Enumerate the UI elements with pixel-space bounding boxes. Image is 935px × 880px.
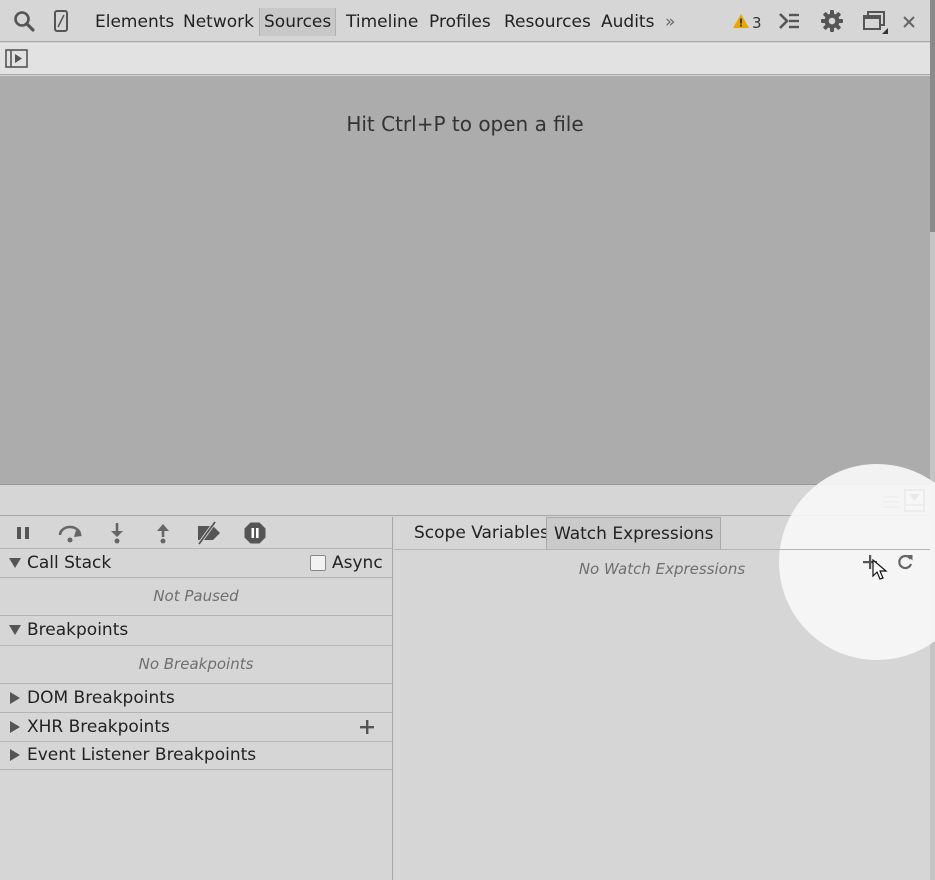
step-out-icon[interactable] bbox=[151, 521, 175, 545]
breakpoints-header[interactable]: Breakpoints bbox=[0, 616, 392, 646]
warning-count[interactable]: 3 bbox=[752, 9, 762, 37]
debugger-sidebar: Call Stack Async Not Paused Breakpoints … bbox=[0, 517, 393, 880]
vertical-scrollbar[interactable] bbox=[930, 0, 935, 880]
deactivate-breakpoints-icon[interactable] bbox=[195, 521, 220, 545]
device-mode-icon[interactable] bbox=[49, 9, 73, 33]
show-navigator-icon[interactable] bbox=[5, 49, 29, 69]
debugger-controls bbox=[0, 517, 392, 549]
more-tabs-button[interactable]: » bbox=[665, 8, 675, 36]
collapsed-triangle-icon bbox=[8, 684, 22, 712]
gear-icon[interactable] bbox=[820, 9, 844, 33]
tab-watch-expressions[interactable]: Watch Expressions bbox=[546, 517, 722, 549]
event-listener-breakpoints-title: Event Listener Breakpoints bbox=[27, 745, 257, 765]
call-stack-header[interactable]: Call Stack Async bbox=[0, 549, 392, 578]
breakpoints-empty: No Breakpoints bbox=[0, 646, 392, 684]
call-stack-empty: Not Paused bbox=[0, 578, 392, 616]
async-label[interactable]: Async bbox=[332, 549, 383, 577]
call-stack-title: Call Stack bbox=[27, 553, 112, 573]
tab-resources[interactable]: Resources bbox=[500, 8, 595, 36]
tab-scope-variables[interactable]: Scope Variables bbox=[407, 517, 556, 549]
async-checkbox[interactable] bbox=[310, 555, 326, 571]
event-listener-breakpoints-header[interactable]: Event Listener Breakpoints bbox=[0, 741, 392, 770]
xhr-breakpoints-header[interactable]: XHR Breakpoints bbox=[0, 713, 392, 742]
sidebar-tabs: Scope Variables Watch Expressions bbox=[394, 517, 930, 550]
step-over-icon[interactable] bbox=[57, 521, 82, 545]
dom-breakpoints-header[interactable]: DOM Breakpoints bbox=[0, 684, 392, 713]
debugger-splitbar[interactable] bbox=[0, 486, 930, 516]
collapsed-triangle-icon bbox=[8, 741, 22, 769]
expand-triangle-icon bbox=[8, 549, 22, 577]
watch-empty: No Watch Expressions bbox=[578, 560, 746, 578]
warning-icon[interactable] bbox=[732, 12, 750, 30]
scrollbar-thumb[interactable] bbox=[930, 0, 935, 232]
pause-icon[interactable] bbox=[12, 521, 36, 545]
tab-timeline[interactable]: Timeline bbox=[342, 8, 422, 36]
dock-side-icon[interactable] bbox=[861, 9, 888, 34]
add-xhr-breakpoint-icon[interactable] bbox=[359, 719, 375, 735]
console-drawer-icon[interactable] bbox=[777, 9, 801, 33]
dom-breakpoints-title: DOM Breakpoints bbox=[27, 688, 175, 708]
xhr-breakpoints-title: XHR Breakpoints bbox=[27, 717, 170, 737]
tab-sources[interactable]: Sources bbox=[259, 8, 337, 36]
tab-profiles[interactable]: Profiles bbox=[425, 8, 495, 36]
open-file-hint: Hit Ctrl+P to open a file bbox=[346, 112, 584, 136]
pause-on-exceptions-icon[interactable] bbox=[243, 521, 267, 545]
editor-area[interactable]: Hit Ctrl+P to open a file bbox=[0, 76, 930, 485]
close-icon[interactable] bbox=[901, 14, 917, 30]
expand-triangle-icon bbox=[8, 616, 22, 644]
tab-audits[interactable]: Audits bbox=[597, 8, 658, 36]
main-toolbar: Elements Network Sources Timeline Profil… bbox=[0, 0, 930, 42]
collapsed-triangle-icon bbox=[8, 713, 22, 741]
tab-network[interactable]: Network bbox=[179, 8, 258, 36]
search-icon[interactable] bbox=[12, 9, 36, 33]
breakpoints-title: Breakpoints bbox=[27, 620, 129, 640]
sources-toolbar bbox=[0, 43, 930, 75]
scope-watch-pane: Scope Variables Watch Expressions No Wat… bbox=[394, 464, 935, 880]
refresh-icon[interactable] bbox=[896, 553, 914, 571]
mouse-cursor-icon bbox=[872, 559, 888, 581]
step-into-icon[interactable] bbox=[105, 521, 129, 545]
tab-elements[interactable]: Elements bbox=[91, 8, 178, 36]
